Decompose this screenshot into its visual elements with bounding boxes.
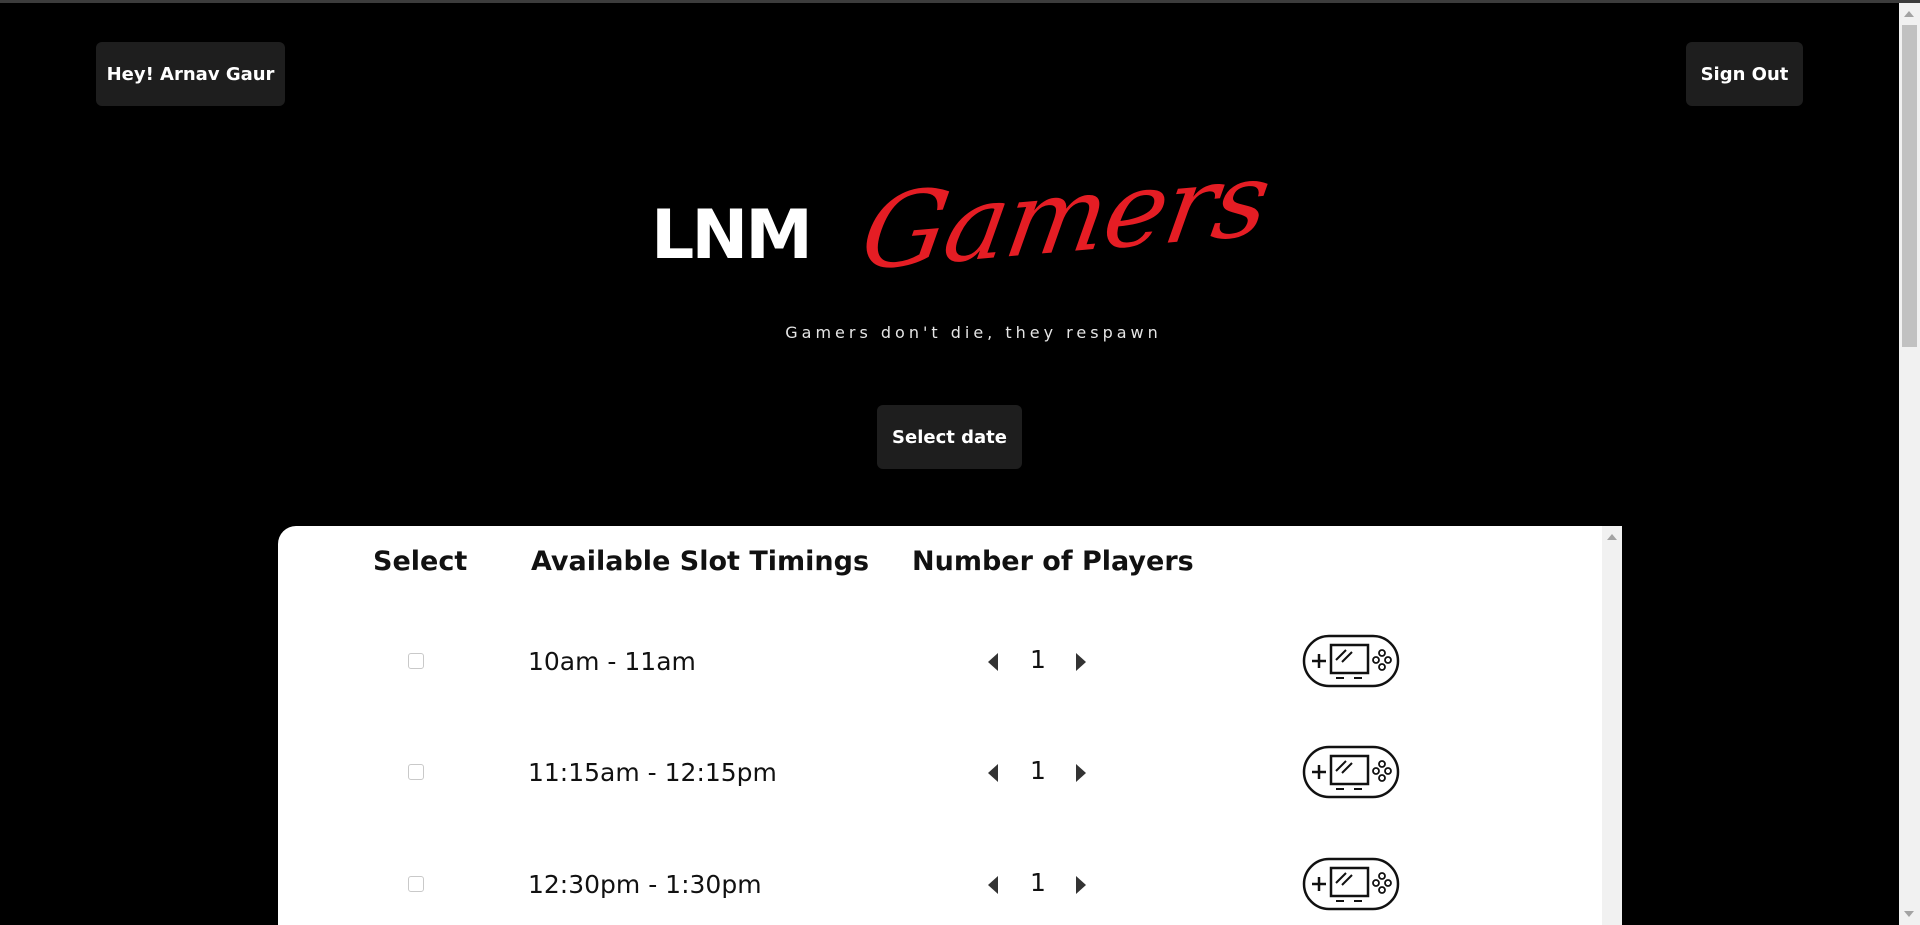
user-greeting-button[interactable]: Hey! Arnav Gaur: [96, 42, 285, 106]
column-header-players: Number of Players: [912, 546, 1194, 577]
increase-players-icon[interactable]: [1076, 764, 1086, 782]
slot-time: 10am - 11am: [528, 647, 696, 676]
slot-row: 10am - 11am 1: [278, 631, 1602, 691]
add-game-console-icon[interactable]: [1302, 634, 1400, 688]
logo-text-gamers: Gamers: [853, 137, 1277, 295]
increase-players-icon[interactable]: [1076, 653, 1086, 671]
slot-checkbox[interactable]: [408, 876, 424, 892]
panel-scrollbar[interactable]: [1602, 526, 1622, 925]
slot-table-panel: Select Available Slot Timings Number of …: [278, 526, 1622, 925]
logo-text-lnm: LNM: [651, 196, 813, 275]
slot-row: 12:30pm - 1:30pm 1: [278, 854, 1602, 914]
player-count: 1: [1030, 756, 1046, 785]
scroll-down-arrow-icon[interactable]: [1904, 911, 1914, 917]
slot-checkbox[interactable]: [408, 653, 424, 669]
scrollbar-thumb[interactable]: [1902, 25, 1917, 347]
add-game-console-icon[interactable]: [1302, 745, 1400, 799]
column-header-slot-timings: Available Slot Timings: [531, 546, 870, 577]
page-scrollbar[interactable]: [1899, 3, 1920, 925]
sign-out-button[interactable]: Sign Out: [1686, 42, 1803, 106]
lnm-gamers-logo: LNM Gamers: [645, 138, 1277, 320]
decrease-players-icon[interactable]: [988, 876, 998, 894]
select-date-button[interactable]: Select date: [877, 405, 1022, 469]
decrease-players-icon[interactable]: [988, 764, 998, 782]
scroll-up-arrow-icon[interactable]: [1607, 534, 1617, 540]
add-game-console-icon[interactable]: [1302, 857, 1400, 911]
slot-time: 11:15am - 12:15pm: [528, 758, 777, 787]
slot-time: 12:30pm - 1:30pm: [528, 870, 762, 899]
player-count: 1: [1030, 868, 1046, 897]
player-count: 1: [1030, 645, 1046, 674]
tagline: Gamers don't die, they respawn: [785, 323, 1162, 342]
window-top-border: [0, 0, 1920, 3]
scroll-up-arrow-icon[interactable]: [1904, 11, 1914, 17]
slot-checkbox[interactable]: [408, 764, 424, 780]
increase-players-icon[interactable]: [1076, 876, 1086, 894]
decrease-players-icon[interactable]: [988, 653, 998, 671]
slot-row: 11:15am - 12:15pm 1: [278, 742, 1602, 802]
column-header-select: Select: [373, 546, 468, 577]
